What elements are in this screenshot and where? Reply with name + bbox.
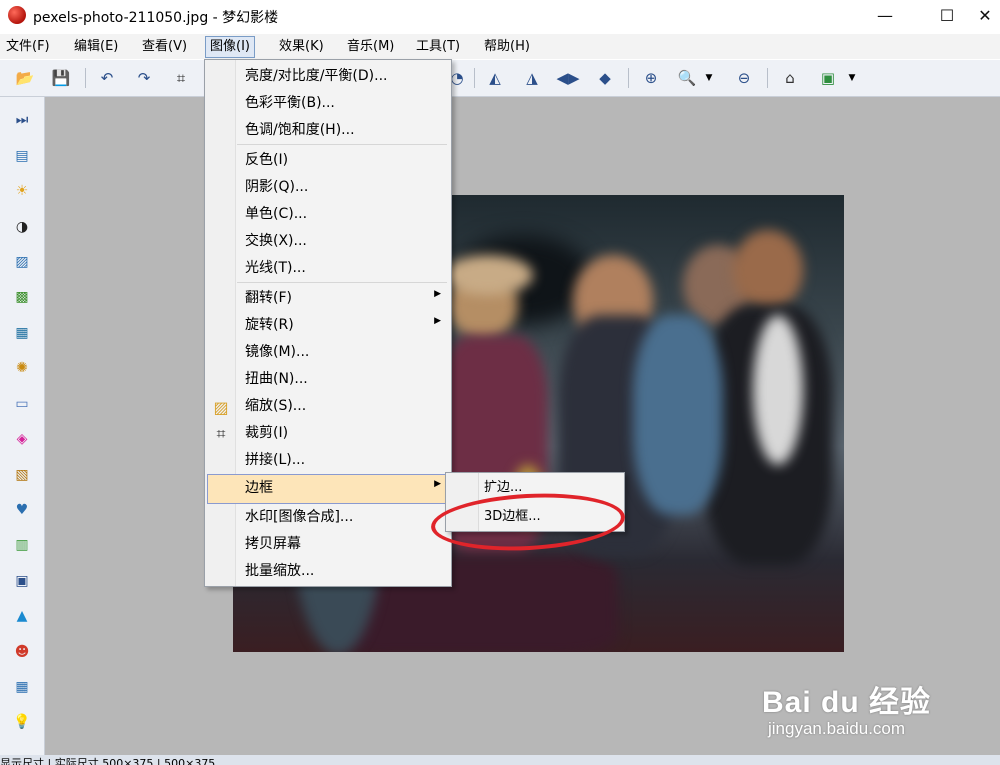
menu-item-crop[interactable]: 裁剪(I): [245, 420, 288, 446]
frame-icon[interactable]: ▣: [12, 571, 32, 591]
zoom-icon[interactable]: 🔍: [676, 67, 698, 89]
flip-horizontal-icon[interactable]: ◀▶: [556, 67, 579, 89]
crop-icon[interactable]: ⌗: [170, 67, 192, 89]
image-view-icon[interactable]: ▣: [817, 67, 839, 89]
home-icon[interactable]: ⌂: [779, 67, 801, 89]
status-text: 显示尺寸 | 实际尺寸 500×375 | 500×375: [0, 757, 216, 765]
gradient-icon[interactable]: ▥: [12, 535, 32, 555]
light-icon[interactable]: ✺: [12, 358, 32, 378]
window-title: pexels-photo-211050.jpg - 梦幻影楼: [33, 10, 279, 26]
zoom-dropdown-arrow-icon[interactable]: ▼: [703, 67, 715, 89]
landscape-icon[interactable]: ▩: [12, 287, 32, 307]
triangle-icon[interactable]: ▲: [12, 606, 32, 626]
resize-icon: ▨: [213, 397, 229, 417]
menu-tools[interactable]: 工具(T): [412, 37, 464, 57]
color-icon[interactable]: ◈: [12, 429, 32, 449]
toolbar-separator: [474, 68, 475, 88]
watermark-url: jingyan.baidu.com: [768, 719, 906, 738]
toolbar-separator: [85, 68, 86, 88]
picture-icon[interactable]: ▨: [12, 252, 32, 272]
contrast-icon[interactable]: ◑: [12, 217, 32, 237]
zoom-in-icon[interactable]: ⊕: [640, 67, 662, 89]
open-folder-icon[interactable]: 📂: [14, 67, 36, 89]
menu-item-swap[interactable]: 交换(X)...: [245, 228, 307, 254]
menu-item-watermark[interactable]: 水印[图像合成]...: [245, 504, 353, 530]
submenu-arrow-icon: ▶: [434, 479, 441, 489]
menu-item-shadow[interactable]: 阴影(Q)...: [245, 174, 308, 200]
panel-icon[interactable]: ▭: [12, 394, 32, 414]
view-dropdown-arrow-icon[interactable]: ▼: [846, 67, 858, 89]
scenery-icon[interactable]: ▦: [12, 323, 32, 343]
title-bar: pexels-photo-211050.jpg - 梦幻影楼 — ☐ ✕: [0, 0, 1000, 32]
app-rose-icon: [8, 6, 26, 24]
image-menu-dropdown: 亮度/对比度/平衡(D)... 色彩平衡(B)... 色调/饱和度(H)... …: [204, 59, 452, 587]
menu-item-rotate[interactable]: 旋转(R): [245, 312, 294, 338]
window-icon[interactable]: ▤: [12, 146, 32, 166]
menu-image[interactable]: 图像(I): [205, 36, 255, 58]
face-icon[interactable]: ☻: [12, 642, 32, 662]
menu-item-flip[interactable]: 翻转(F): [245, 285, 292, 311]
toolbar: 📂 💾 ↶ ↷ ⌗ ◔ ◭ ◮ ◀▶ ◆ ⊕ 🔍 ▼ ⊖ ⌂ ▣ ▼: [0, 60, 1000, 97]
zoom-out-icon[interactable]: ⊖: [733, 67, 755, 89]
heart-frame-icon[interactable]: ♥: [12, 500, 32, 520]
bulb-icon[interactable]: 💡: [12, 712, 32, 732]
menu-icon-gutter: [205, 60, 236, 586]
watermark-brand: Bai du 经验: [762, 686, 932, 719]
flip-vertical-icon[interactable]: ◆: [594, 67, 616, 89]
menu-separator: [237, 144, 447, 145]
menu-highlight: [207, 474, 449, 504]
menu-item-hue-saturation[interactable]: 色调/饱和度(H)...: [245, 117, 355, 143]
brightness-icon[interactable]: ☀: [12, 181, 32, 201]
menu-effects[interactable]: 效果(K): [275, 37, 328, 57]
menu-item-copy-screen[interactable]: 拷贝屏幕: [245, 531, 301, 557]
menu-edit[interactable]: 编辑(E): [70, 37, 122, 57]
undo-icon[interactable]: ↶: [96, 67, 118, 89]
menu-item-lighting[interactable]: 光线(T)...: [245, 255, 306, 281]
close-button[interactable]: ✕: [970, 0, 1000, 32]
rotate-right-icon[interactable]: ◮: [521, 67, 543, 89]
baidu-watermark: Bai du 经验 jingyan.baidu.com: [762, 677, 932, 738]
toolbar-separator: [628, 68, 629, 88]
minimize-button[interactable]: —: [862, 0, 908, 32]
toolbar-separator: [767, 68, 768, 88]
crop-icon: ⌗: [216, 424, 226, 443]
menu-item-color-balance[interactable]: 色彩平衡(B)...: [245, 90, 335, 116]
redo-icon[interactable]: ↷: [133, 67, 155, 89]
menu-music[interactable]: 音乐(M): [343, 37, 398, 57]
status-bar: 显示尺寸 | 实际尺寸 500×375 | 500×375: [0, 755, 1000, 765]
menu-item-distort[interactable]: 扭曲(N)...: [245, 366, 308, 392]
menu-separator: [237, 282, 447, 283]
maximize-button[interactable]: ☐: [924, 0, 970, 32]
grid-icon[interactable]: ▦: [12, 677, 32, 697]
menu-bar: 文件(F) 编辑(E) 查看(V) 图像(I) 效果(K) 音乐(M) 工具(T…: [0, 34, 1000, 59]
save-icon[interactable]: 💾: [50, 67, 72, 89]
menu-item-batch-resize[interactable]: 批量缩放...: [245, 558, 314, 584]
menu-view[interactable]: 查看(V): [138, 37, 191, 57]
left-toolbar: ⏭ ▤ ☀ ◑ ▨ ▩ ▦ ✺ ▭ ◈ ▧ ♥ ▥ ▣ ▲ ☻ ▦ 💡: [0, 97, 45, 755]
menu-file[interactable]: 文件(F): [2, 37, 54, 57]
menu-item-monochrome[interactable]: 单色(C)...: [245, 201, 307, 227]
menu-item-mirror[interactable]: 镜像(M)...: [245, 339, 309, 365]
menu-item-stitch[interactable]: 拼接(L)...: [245, 447, 305, 473]
submenu-arrow-icon: ▶: [434, 316, 441, 326]
next-icon[interactable]: ⏭: [12, 110, 32, 130]
effect-icon[interactable]: ▧: [12, 465, 32, 485]
menu-item-border[interactable]: 边框: [245, 475, 273, 501]
submenu-arrow-icon: ▶: [434, 289, 441, 299]
menu-item-invert[interactable]: 反色(I): [245, 147, 288, 173]
rotate-left-icon[interactable]: ◭: [484, 67, 506, 89]
menu-item-resize[interactable]: 缩放(S)...: [245, 393, 306, 419]
menu-help[interactable]: 帮助(H): [480, 37, 534, 57]
menu-item-brightness-contrast[interactable]: 亮度/对比度/平衡(D)...: [245, 63, 388, 89]
